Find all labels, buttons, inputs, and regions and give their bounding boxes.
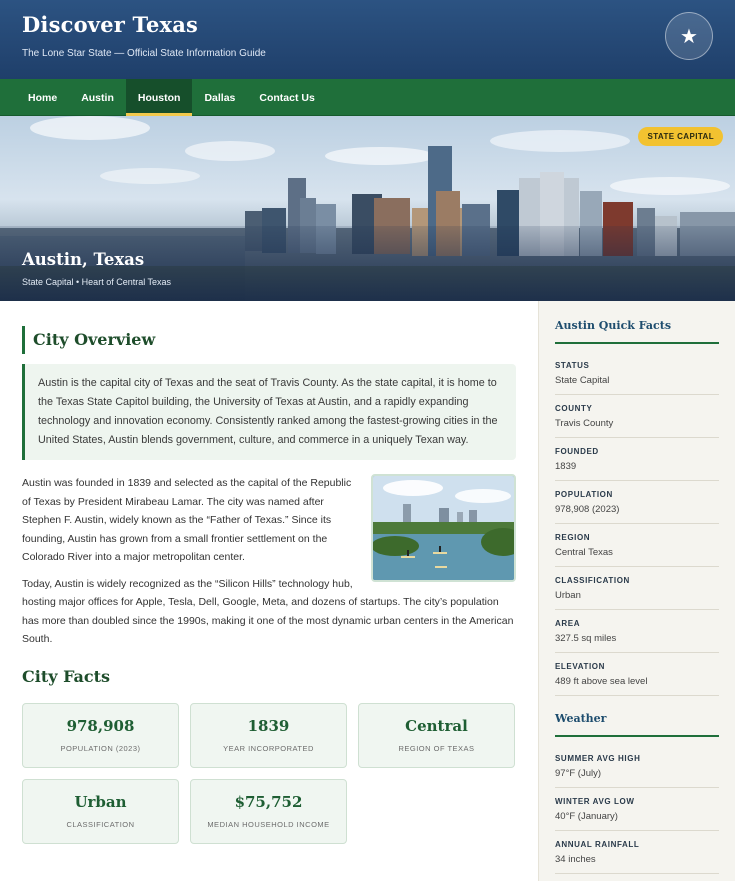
row-value: 40°F (January) <box>555 811 618 822</box>
fact-card-region: Central REGION OF TEXAS <box>358 702 515 768</box>
row-value: Travis County <box>555 418 614 429</box>
main-column: City Overview Austin is the capital city… <box>0 301 538 881</box>
fact-label: MEDIAN HOUSEHOLD INCOME <box>207 819 330 829</box>
main-nav: Home Austin Houston Dallas Contact Us <box>0 79 735 116</box>
nav-item-home[interactable]: Home <box>16 79 69 116</box>
fact-card-income: $75,752 MEDIAN HOUSEHOLD INCOME <box>190 778 347 844</box>
quick-facts-list: STATUS State Capital COUNTY Travis Count… <box>555 352 719 696</box>
row-value: 327.5 sq miles <box>555 633 617 644</box>
row-value: Central Texas <box>555 547 613 558</box>
star-icon: ★ <box>665 12 713 60</box>
nav-item-austin[interactable]: Austin <box>69 79 126 116</box>
nav-item-dallas[interactable]: Dallas <box>192 79 247 116</box>
weather-heading: Weather <box>555 712 719 737</box>
fact-label: REGION OF TEXAS <box>398 743 475 753</box>
row-value: 34 inches <box>555 854 596 865</box>
quick-fact-population: POPULATION 978,908 (2023) <box>555 481 719 524</box>
fact-value: Urban <box>74 792 127 811</box>
fact-grid: 978,908 POPULATION (2023) 1839 YEAR INCO… <box>22 702 516 844</box>
fact-card-population: 978,908 POPULATION (2023) <box>22 702 179 768</box>
site-title[interactable]: Discover Texas <box>22 12 713 37</box>
nav-item-houston[interactable]: Houston <box>125 79 193 116</box>
row-value: 1839 <box>555 461 577 472</box>
overview-callout: Austin is the capital city of Texas and … <box>22 364 516 460</box>
quick-fact-area: AREA 327.5 sq miles <box>555 610 719 653</box>
quick-fact-county: COUNTY Travis County <box>555 395 719 438</box>
fact-label: POPULATION (2023) <box>60 743 141 753</box>
row-value: State Capital <box>555 375 610 386</box>
city-overview-heading: City Overview <box>22 326 516 354</box>
quick-facts-heading: Austin Quick Facts <box>555 319 719 344</box>
fact-value: 1839 <box>247 716 290 735</box>
row-label: CLASSIFICATION <box>555 576 630 585</box>
row-value: 978,908 (2023) <box>555 504 620 515</box>
site-tagline: The Lone Star State — Official State Inf… <box>22 48 266 59</box>
quick-fact-founded: FOUNDED 1839 <box>555 438 719 481</box>
sidebar: Austin Quick Facts STATUS State Capital … <box>538 301 735 881</box>
weather-list: SUMMER AVG HIGH 97°F (July) WINTER AVG L… <box>555 745 719 874</box>
fact-value: $75,752 <box>234 792 303 811</box>
hero-subtitle: State Capital • Heart of Central Texas <box>22 277 172 287</box>
fact-value: 978,908 <box>66 716 135 735</box>
row-label: SUMMER AVG HIGH <box>555 754 641 763</box>
fact-value: Central <box>405 716 468 735</box>
row-label: WINTER AVG LOW <box>555 797 635 806</box>
weather-annual-rainfall: ANNUAL RAINFALL 34 inches <box>555 831 719 874</box>
row-label: ELEVATION <box>555 662 605 671</box>
row-label: ANNUAL RAINFALL <box>555 840 640 849</box>
hero-banner: STATE CAPITAL Austin, Texas State Capita… <box>0 116 735 301</box>
state-capital-badge: STATE CAPITAL <box>638 127 723 146</box>
quick-fact-classification: CLASSIFICATION Urban <box>555 567 719 610</box>
row-label: COUNTY <box>555 404 593 413</box>
article-paragraph-2: Today, Austin is widely recognized as th… <box>22 577 514 646</box>
city-facts-heading: City Facts <box>22 666 111 686</box>
quick-fact-region: REGION Central Texas <box>555 524 719 567</box>
fact-label: CLASSIFICATION <box>66 819 135 829</box>
row-label: FOUNDED <box>555 447 599 456</box>
article-body: Austin was founded in 1839 and selected … <box>22 474 516 649</box>
fact-label: YEAR INCORPORATED <box>223 743 314 753</box>
site-header: Discover Texas The Lone Star State — Off… <box>0 0 735 79</box>
nav-item-contact-us[interactable]: Contact Us <box>247 79 326 116</box>
river-photo <box>371 474 516 582</box>
row-label: AREA <box>555 619 581 628</box>
fact-card-classification: Urban CLASSIFICATION <box>22 778 179 844</box>
weather-winter-low: WINTER AVG LOW 40°F (January) <box>555 788 719 831</box>
content-area: City Overview Austin is the capital city… <box>0 301 735 881</box>
weather-summer-high: SUMMER AVG HIGH 97°F (July) <box>555 745 719 788</box>
hero-title: Austin, Texas <box>22 250 145 269</box>
row-value: 97°F (July) <box>555 768 602 779</box>
row-label: REGION <box>555 533 591 542</box>
row-value: Urban <box>555 590 581 601</box>
row-value: 489 ft above sea level <box>555 676 648 687</box>
row-label: STATUS <box>555 361 590 370</box>
row-label: POPULATION <box>555 490 613 499</box>
fact-card-incorporated: 1839 YEAR INCORPORATED <box>190 702 347 768</box>
quick-fact-status: STATUS State Capital <box>555 352 719 395</box>
quick-fact-elevation: ELEVATION 489 ft above sea level <box>555 653 719 696</box>
